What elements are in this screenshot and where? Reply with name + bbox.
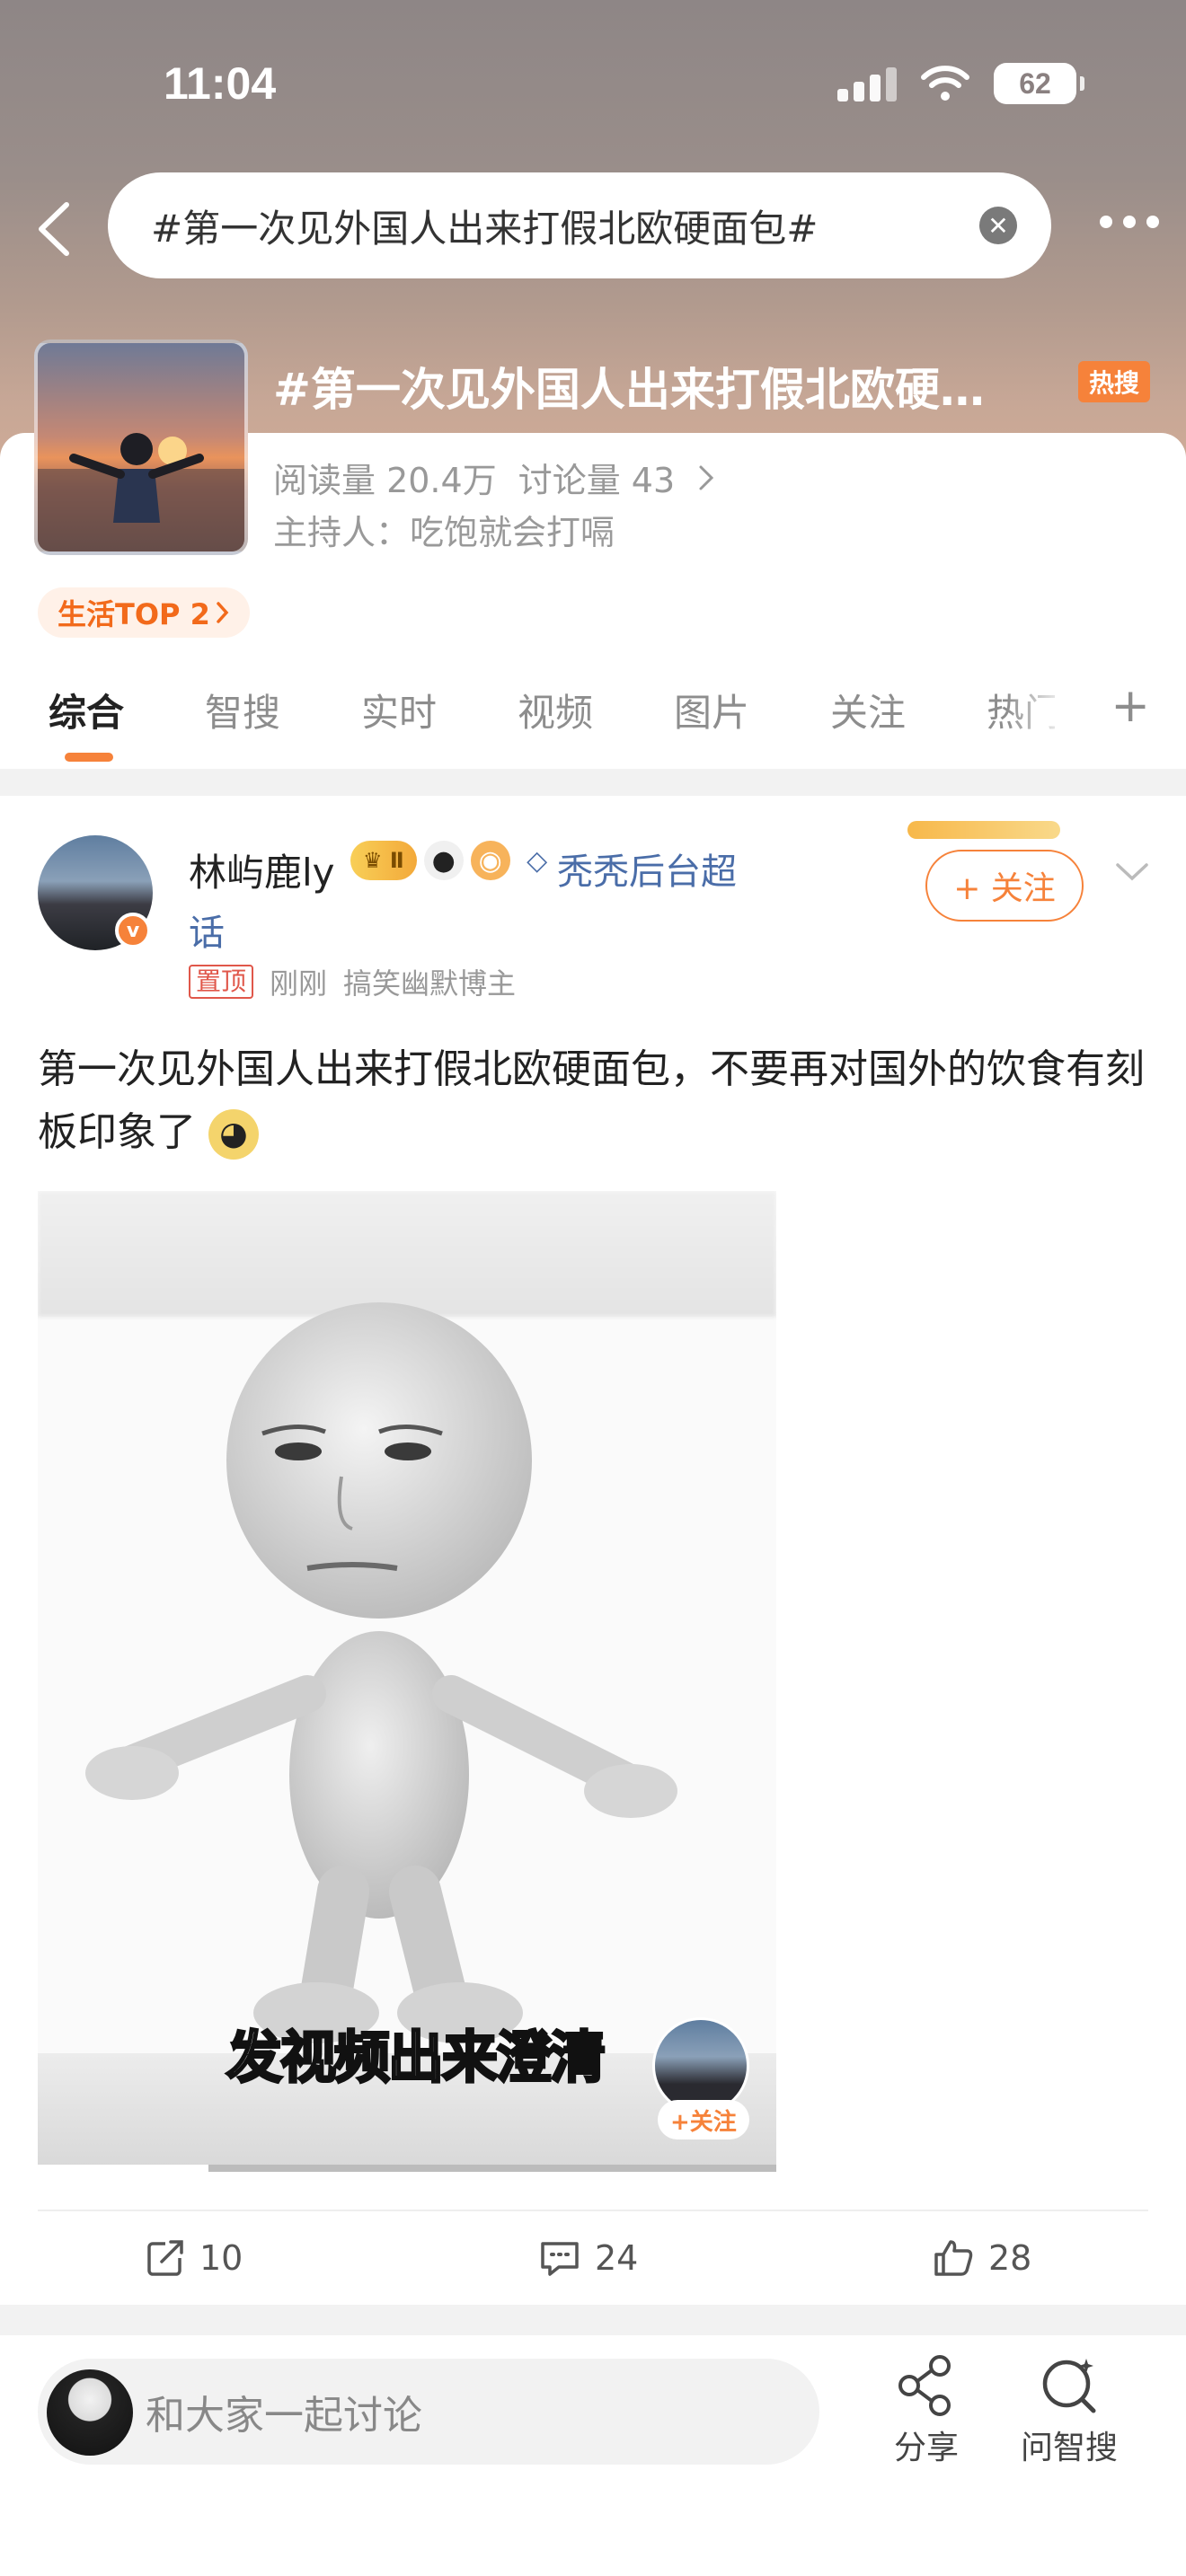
user-badges: ♛ Ⅱ ● ◉ ◇ (350, 841, 557, 880)
comment-button[interactable]: 24 (539, 2238, 638, 2278)
discussion-count: 讨论量 43 (518, 461, 676, 500)
ask-search-icon (1042, 2359, 1096, 2413)
tab-综合[interactable]: 综合 (49, 683, 124, 737)
share-icon (898, 2355, 951, 2416)
search-query: #第一次见外国人出来打假北欧硬面包# (151, 206, 819, 251)
video-follow-button[interactable]: +关注 (658, 2100, 749, 2139)
post-body: 第一次见外国人出来打假北欧硬面包，不要再对国外的饮食有刻板印象了 (38, 1046, 1145, 1155)
video-progress-played[interactable] (38, 2165, 208, 2172)
hot-search-badge[interactable]: 热搜 (1077, 361, 1150, 402)
comment-count: 24 (595, 2238, 639, 2278)
more-icon[interactable] (1100, 216, 1159, 228)
tab-实时[interactable]: 实时 (361, 683, 437, 737)
search-bar[interactable]: #第一次见外国人出来打假北欧硬面包# ✕ (108, 172, 1051, 278)
rank-chip[interactable]: 生活TOP 2 (38, 587, 250, 638)
super-topic-link[interactable]: 秃秃后台超 (557, 842, 737, 895)
video-player[interactable]: 发视频出来澄清 +关注 (38, 1191, 776, 2172)
comment-input[interactable]: 和大家一起讨论 (38, 2359, 819, 2465)
post-actions: 10 24 28 (38, 2210, 1148, 2308)
like-button[interactable]: 28 (933, 2238, 1031, 2278)
comment-icon (541, 2242, 579, 2276)
bottom-bar: 和大家一起讨论 分享 问智搜 (0, 2335, 1186, 2576)
ask-search-button[interactable]: 问智搜 (1021, 2353, 1118, 2468)
follow-decoration (907, 821, 1060, 839)
status-icons: 62 (837, 63, 1084, 104)
pin-tag: 置顶 (189, 965, 254, 999)
topic-cover-image (34, 340, 248, 555)
super-topic-link-continued[interactable]: 话 (189, 904, 225, 956)
like-icon (934, 2240, 973, 2276)
wifi-icon (920, 65, 970, 102)
active-tab-indicator (65, 753, 113, 762)
cellular-signal-icon (837, 66, 897, 101)
post-text: 第一次见外国人出来打假北欧硬面包，不要再对国外的饮食有刻板印象了 ◕ (38, 1038, 1148, 1164)
post-meta: 置顶 刚刚 搞笑幽默博主 (189, 961, 516, 1002)
share-button[interactable]: 分享 (893, 2353, 960, 2468)
diamond-icon: ◇ (527, 844, 548, 877)
tab-智搜[interactable]: 智搜 (205, 683, 280, 737)
back-button[interactable] (27, 198, 81, 260)
user-category: 搞笑幽默博主 (343, 966, 517, 1001)
tab-关注[interactable]: 关注 (830, 683, 906, 737)
plus-icon[interactable]: + (1111, 683, 1150, 729)
crown-level-badge[interactable]: ♛ Ⅱ (350, 841, 417, 880)
repost-button[interactable]: 10 (146, 2238, 243, 2278)
chevron-right-icon (699, 465, 714, 490)
repost-icon (147, 2240, 183, 2276)
repost-count: 10 (199, 2238, 243, 2278)
tab-bar: 综合 智搜 实时 视频 图片 关注 热门 + (0, 683, 1186, 763)
section-divider (0, 769, 1186, 796)
tab-fade (1006, 683, 1069, 745)
tab-视频[interactable]: 视频 (518, 683, 593, 737)
rank-chip-label: 生活TOP 2 (58, 597, 210, 631)
clear-icon[interactable]: ✕ (979, 207, 1017, 244)
avatar (47, 2369, 133, 2456)
topic-stats[interactable]: 阅读量 20.4万 讨论量 43 (273, 453, 716, 502)
section-divider (0, 2305, 1186, 2337)
topic-host[interactable]: 主持人：吃饱就会打嗝 (273, 505, 615, 554)
level-badge-label: Ⅱ (389, 848, 404, 873)
back-icon (39, 202, 69, 256)
read-count: 阅读量 20.4万 (273, 461, 497, 500)
user-name[interactable]: 林屿鹿ly (189, 842, 335, 897)
video-progress-track[interactable] (208, 2165, 776, 2172)
hot-badge-label: 热搜 (1088, 368, 1139, 398)
status-time: 11:04 (164, 58, 277, 109)
panda-icon[interactable]: ● (423, 841, 464, 880)
tab-图片[interactable]: 图片 (674, 683, 749, 737)
chevron-down-icon[interactable] (1114, 860, 1150, 884)
post-time: 刚刚 (270, 966, 328, 1001)
topic-title: #第一次见外国人出来打假北欧硬… (273, 364, 985, 416)
battery-icon: 62 (994, 63, 1084, 104)
doge-emoji-icon: ◕ (208, 1109, 259, 1160)
follow-button[interactable]: + 关注 (925, 850, 1084, 922)
like-count: 28 (988, 2238, 1032, 2278)
video-caption: 发视频出来澄清 (225, 2024, 606, 2092)
ask-label: 问智搜 (1021, 2430, 1119, 2466)
verified-icon: v (115, 913, 151, 948)
chevron-right-icon (217, 602, 229, 623)
fish-icon[interactable]: ◉ (470, 841, 510, 880)
share-label: 分享 (893, 2430, 959, 2466)
